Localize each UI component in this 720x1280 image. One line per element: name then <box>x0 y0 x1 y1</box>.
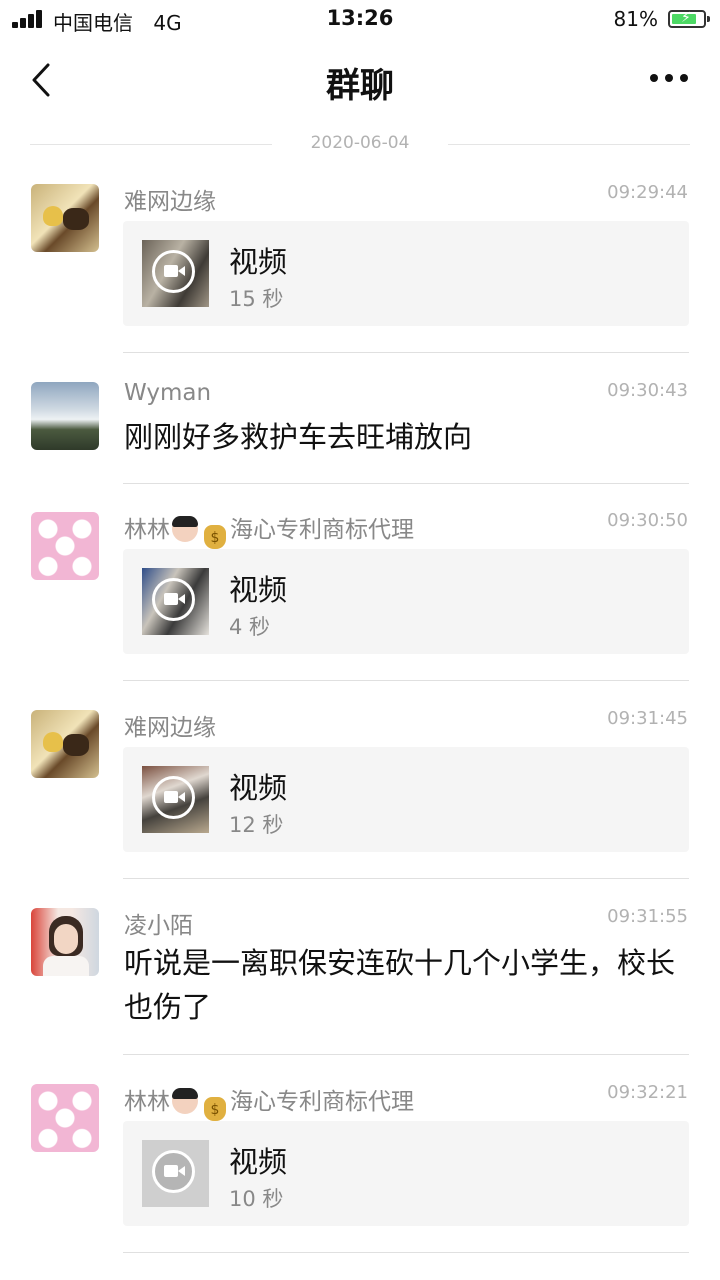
video-thumbnail <box>142 1140 209 1207</box>
woman-emoji-icon <box>172 516 198 542</box>
sender-name: Wyman <box>124 380 212 406</box>
sender-name-text: 林林 <box>124 517 170 543</box>
message-text: 听说是一离职保安连砍十几个小学生，校长也伤了 <box>124 946 676 1024</box>
video-thumbnail <box>142 568 209 635</box>
message-time: 09:30:50 <box>607 510 688 531</box>
date-label: 2020-06-04 <box>310 133 410 153</box>
status-bar: 中国电信 4G 13:26 81% ⚡ <box>0 0 720 40</box>
sender-name: 难网边缘 <box>124 715 216 741</box>
sender-name-suffix: 海心专利商标代理 <box>230 517 414 543</box>
divider <box>123 680 689 681</box>
money-bag-emoji-icon: $ <box>204 1097 226 1121</box>
video-card[interactable]: 视频 10 秒 <box>123 1121 689 1226</box>
woman-emoji-icon <box>172 1088 198 1114</box>
divider <box>123 352 689 353</box>
avatar[interactable] <box>31 710 99 778</box>
video-thumbnail <box>142 766 209 833</box>
divider <box>123 1054 689 1055</box>
charging-bolt-icon: ⚡ <box>681 10 691 26</box>
video-camera-icon <box>152 776 195 819</box>
avatar[interactable] <box>31 512 99 580</box>
video-duration: 4 秒 <box>229 615 271 639</box>
message-text: 刚刚好多救护车去旺埔放向 <box>124 420 473 454</box>
message-time: 09:29:44 <box>607 182 688 203</box>
message-time: 09:30:43 <box>607 380 688 401</box>
video-duration: 12 秒 <box>229 813 284 837</box>
avatar[interactable] <box>31 908 99 976</box>
nav-bar: 群聊 <box>0 40 720 120</box>
video-duration: 15 秒 <box>229 287 284 311</box>
battery-icon: ⚡ <box>668 10 710 28</box>
sender-name: 凌小陌 <box>124 913 193 939</box>
page-title: 群聊 <box>326 66 394 106</box>
video-title: 视频 <box>229 771 288 805</box>
status-time: 13:26 <box>326 6 394 30</box>
avatar[interactable] <box>31 1084 99 1152</box>
battery-percent: 81% <box>613 7 658 31</box>
divider <box>123 1252 689 1253</box>
sender-name: 林林 $ 海心专利商标代理 <box>124 510 414 549</box>
video-card[interactable]: 视频 12 秒 <box>123 747 689 852</box>
divider <box>123 483 689 484</box>
video-card[interactable]: 视频 4 秒 <box>123 549 689 654</box>
avatar[interactable] <box>31 382 99 450</box>
video-camera-icon <box>152 250 195 293</box>
video-duration: 10 秒 <box>229 1187 284 1211</box>
video-title: 视频 <box>229 245 288 279</box>
message-time: 09:31:45 <box>607 708 688 729</box>
message-time: 09:31:55 <box>607 906 688 927</box>
video-card[interactable]: 视频 15 秒 <box>123 221 689 326</box>
divider <box>123 878 689 879</box>
video-thumbnail <box>142 240 209 307</box>
video-title: 视频 <box>229 573 288 607</box>
more-dots-icon[interactable] <box>650 74 690 84</box>
message-time: 09:32:21 <box>607 1082 688 1103</box>
video-camera-icon <box>152 1150 195 1193</box>
sender-name: 林林 $ 海心专利商标代理 <box>124 1082 414 1121</box>
date-divider: 2020-06-04 <box>30 130 690 158</box>
sender-name: 难网边缘 <box>124 189 216 215</box>
avatar[interactable] <box>31 184 99 252</box>
sender-name-text: 林林 <box>124 1089 170 1115</box>
video-camera-icon <box>152 578 195 621</box>
sender-name-suffix: 海心专利商标代理 <box>230 1089 414 1115</box>
video-title: 视频 <box>229 1145 288 1179</box>
money-bag-emoji-icon: $ <box>204 525 226 549</box>
